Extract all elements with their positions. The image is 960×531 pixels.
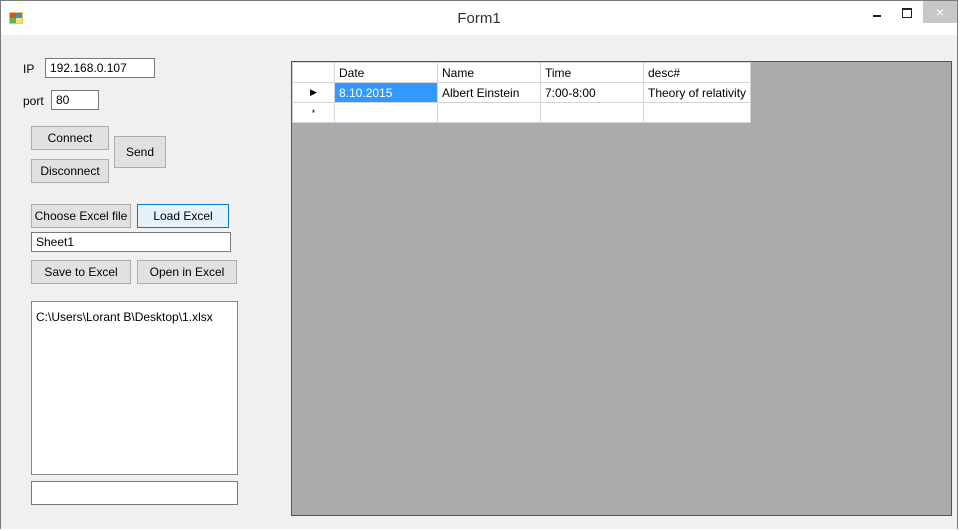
port-input[interactable] — [51, 90, 99, 110]
choose-excel-file-button[interactable]: Choose Excel file — [31, 204, 131, 228]
column-header-time[interactable]: Time — [540, 62, 644, 83]
table-row-new[interactable]: * — [292, 102, 752, 123]
grid-cell[interactable]: 8.10.2015 — [334, 82, 438, 103]
grid-cell[interactable]: Albert Einstein — [437, 82, 541, 103]
sheet-name-input[interactable] — [31, 232, 231, 252]
close-button[interactable]: × — [923, 1, 957, 23]
log-line[interactable]: C:\Users\Lorant B\Desktop\1.xlsx — [36, 310, 233, 324]
load-excel-button[interactable]: Load Excel — [137, 204, 229, 228]
form-client-area: IP port Connect Disconnect Send Choose E… — [1, 35, 957, 529]
column-header-desc[interactable]: desc# — [642, 62, 752, 83]
close-icon: × — [935, 4, 945, 20]
maximize-icon — [902, 8, 912, 18]
minimize-icon — [873, 15, 881, 17]
new-row-asterisk-icon[interactable]: * — [292, 102, 335, 123]
send-button[interactable]: Send — [114, 136, 166, 168]
disconnect-button[interactable]: Disconnect — [31, 159, 109, 183]
column-header-name[interactable]: Name — [437, 62, 541, 83]
open-in-excel-button[interactable]: Open in Excel — [137, 260, 237, 284]
main-window: Form1 × IP port Connect Disconnect Send … — [0, 0, 958, 529]
log-listbox[interactable]: C:\Users\Lorant B\Desktop\1.xlsx — [31, 301, 238, 475]
grid-cell[interactable]: 7:00-8:00 — [540, 82, 644, 103]
port-label: port — [23, 94, 44, 108]
ip-input[interactable] — [45, 58, 155, 78]
minimize-button[interactable] — [865, 1, 889, 23]
message-input[interactable] — [31, 481, 238, 505]
save-to-excel-button[interactable]: Save to Excel — [31, 260, 131, 284]
grid-header-row: Date Name Time desc# — [292, 62, 752, 83]
maximize-button[interactable] — [895, 1, 919, 23]
title-bar[interactable]: Form1 × — [1, 1, 957, 35]
current-row-arrow-icon[interactable]: ▶ — [292, 82, 335, 103]
grid-cell[interactable] — [642, 102, 752, 123]
grid-cell[interactable] — [334, 102, 438, 123]
table-row[interactable]: ▶ 8.10.2015 Albert Einstein 7:00-8:00 Th… — [292, 82, 752, 103]
data-grid[interactable]: Date Name Time desc# ▶ 8.10.2015 Albert … — [291, 61, 952, 516]
grid-cell[interactable]: Theory of relativity — [642, 82, 752, 103]
grid-cell[interactable] — [540, 102, 644, 123]
grid-corner-cell[interactable] — [292, 62, 335, 83]
grid-cell[interactable] — [437, 102, 541, 123]
window-title: Form1 — [457, 10, 501, 27]
ip-label: IP — [23, 62, 35, 76]
column-header-date[interactable]: Date — [334, 62, 438, 83]
connect-button[interactable]: Connect — [31, 126, 109, 150]
data-grid-table: Date Name Time desc# ▶ 8.10.2015 Albert … — [292, 62, 752, 123]
